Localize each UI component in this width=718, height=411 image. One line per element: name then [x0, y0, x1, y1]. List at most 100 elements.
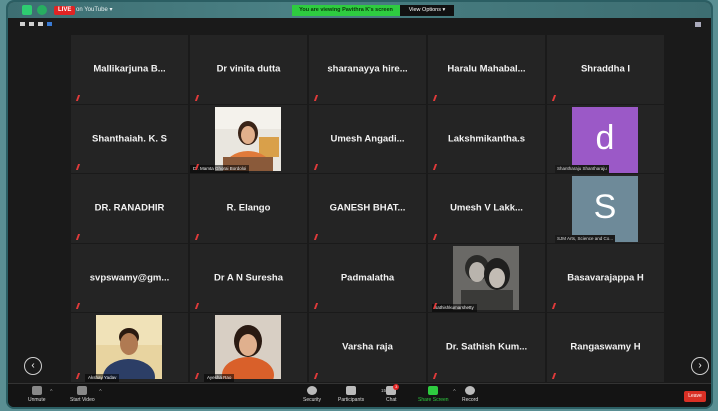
fullscreen-icon[interactable] [695, 22, 701, 27]
participant-tile[interactable]: DR. RANADHIR [71, 174, 188, 243]
viewing-banner: You are viewing Pavithra K's screen [292, 5, 400, 16]
participant-tile[interactable]: Shraddha I [547, 35, 664, 104]
shield-icon [307, 386, 318, 395]
mic-muted-icon [551, 303, 560, 309]
participant-name: Shanthaiah. K. S [92, 133, 167, 145]
participant-tile[interactable]: Mallikarjuna B... [71, 35, 188, 104]
unmute-button[interactable]: Unmute ^ [28, 386, 53, 403]
participant-label: SJM Arts, Science and Co... [555, 234, 616, 243]
mic-muted-icon [313, 303, 322, 309]
participant-tile[interactable]: Umesh Angadi... [309, 104, 426, 173]
shield-icon[interactable] [37, 5, 47, 15]
chevron-up-icon[interactable]: ^ [50, 389, 52, 395]
mic-muted-icon [551, 94, 560, 101]
live-badge[interactable]: LIVE [54, 6, 76, 15]
mic-muted-icon [75, 372, 84, 379]
leave-button[interactable]: Leave [684, 391, 706, 402]
participant-tile[interactable]: R. Elango [190, 174, 307, 243]
share-screen-button[interactable]: Share Screen ^ [418, 386, 456, 403]
chevron-down-icon: ▾ [109, 7, 113, 13]
minimize-icon[interactable] [29, 22, 34, 26]
security-button[interactable]: Security [303, 386, 321, 403]
participant-label: Shantharaju Shantharaju [555, 165, 609, 173]
participant-tile[interactable]: Basavarajappa H [547, 243, 664, 312]
participant-label: Akshay Yadav [85, 373, 120, 382]
participant-tile-avatar[interactable]: S SJM Arts, Science and Co... [547, 174, 664, 243]
participants-button[interactable]: Participants 154 [338, 386, 389, 403]
record-label: Record [462, 397, 479, 403]
participant-name: Shraddha I [580, 63, 631, 75]
participant-name: Dr vinita dutta [216, 63, 281, 75]
participant-tile[interactable]: Haralu Mahabal... [428, 35, 545, 104]
view-options-button[interactable]: View Options ▾ [400, 5, 454, 16]
participant-tile-video[interactable]: sathishkumarshetty [428, 243, 545, 312]
participant-tile-video[interactable]: Ayesha Rao [190, 313, 307, 382]
chevron-down-icon: ▾ [442, 7, 446, 13]
participant-name: R. Elango [226, 202, 271, 214]
avatar-letter: S [572, 176, 638, 242]
participant-name: Padmalatha [340, 272, 395, 284]
participant-video-woman [215, 106, 281, 171]
participant-name: svpswamy@gm... [89, 272, 170, 284]
participant-name: Mallikarjuna B... [93, 63, 166, 75]
chat-icon: 3 [386, 384, 400, 395]
participant-tile[interactable]: Padmalatha [309, 243, 426, 312]
chevron-up-icon[interactable]: ^ [99, 389, 101, 395]
participant-name: DR. RANADHIR [94, 202, 165, 214]
participant-video-woman [215, 315, 281, 379]
participants-icon [346, 386, 357, 395]
mic-muted-icon [75, 94, 84, 101]
participant-tile[interactable]: Umesh V Lakk... [428, 174, 545, 243]
participant-name: Umesh Angadi... [330, 133, 405, 145]
speaker-view-icon[interactable] [20, 22, 25, 26]
mic-muted-icon [75, 164, 84, 170]
mic-muted-icon [75, 303, 84, 309]
mic-muted-icon [313, 164, 322, 170]
view-options-label: View Options [408, 7, 441, 13]
start-video-button[interactable]: Start Video ^ [70, 386, 102, 403]
participant-tile[interactable]: Varsha raja [309, 313, 426, 382]
participant-tile[interactable]: Dr A N Suresha [190, 243, 307, 312]
live-platform[interactable]: on YouTube ▾ [76, 6, 113, 15]
gallery-view-icon[interactable] [47, 22, 52, 26]
participant-name: Dr A N Suresha [214, 272, 283, 284]
participant-tile-video[interactable]: Akshay Yadav [71, 313, 188, 382]
previous-page-button[interactable]: ‹ [24, 357, 42, 375]
record-icon [465, 386, 476, 395]
meeting-info-icon[interactable] [22, 5, 32, 15]
mic-muted-icon [194, 303, 203, 309]
mic-muted-icon [432, 94, 441, 101]
next-page-button[interactable]: › [691, 357, 709, 375]
mic-muted-icon [313, 233, 322, 240]
mic-muted-icon [194, 372, 203, 379]
mic-muted-icon [194, 94, 203, 101]
participant-tile-avatar[interactable]: d Shantharaju Shantharaju [547, 104, 664, 173]
meeting-toolbar: Unmute ^ Start Video ^ Security Particip… [8, 383, 711, 407]
participant-tile[interactable]: Lakshmikantha.s [428, 104, 545, 173]
mic-muted-icon [432, 233, 441, 240]
participant-tile[interactable]: GANESH BHAT... [309, 174, 426, 243]
participant-tile[interactable]: Rangaswamy H [547, 313, 664, 382]
participant-name: Basavarajappa H [567, 272, 644, 284]
list-icon[interactable] [38, 22, 43, 26]
participant-tile[interactable]: Shanthaiah. K. S [71, 104, 188, 173]
participant-tile[interactable]: svpswamy@gm... [71, 243, 188, 312]
chevron-up-icon[interactable]: ^ [453, 389, 455, 395]
participant-name: Rangaswamy H [570, 341, 641, 353]
participant-tile-video[interactable]: Dr. Mamta Ghorai Bordoloi [190, 104, 307, 173]
participant-label: Ayesha Rao [204, 373, 235, 382]
participant-tile[interactable]: Dr vinita dutta [190, 35, 307, 104]
chat-button[interactable]: 3 Chat [386, 384, 400, 403]
microphone-muted-icon [31, 386, 42, 395]
participant-name: Dr. Sathish Kum... [445, 341, 528, 353]
participant-name: Haralu Mahabal... [447, 63, 526, 75]
participant-tile[interactable]: Dr. Sathish Kum... [428, 313, 545, 382]
mic-muted-icon [313, 372, 322, 379]
top-bar: LIVE on YouTube ▾ You are viewing Pavith… [8, 2, 711, 18]
view-switcher[interactable] [20, 22, 52, 28]
unmute-label: Unmute [28, 397, 46, 403]
participant-tile[interactable]: sharanayya hire... [309, 35, 426, 104]
mic-muted-icon [313, 94, 322, 101]
record-button[interactable]: Record [462, 386, 478, 403]
gallery-grid: Mallikarjuna B... Dr vinita dutta sharan… [71, 35, 664, 382]
